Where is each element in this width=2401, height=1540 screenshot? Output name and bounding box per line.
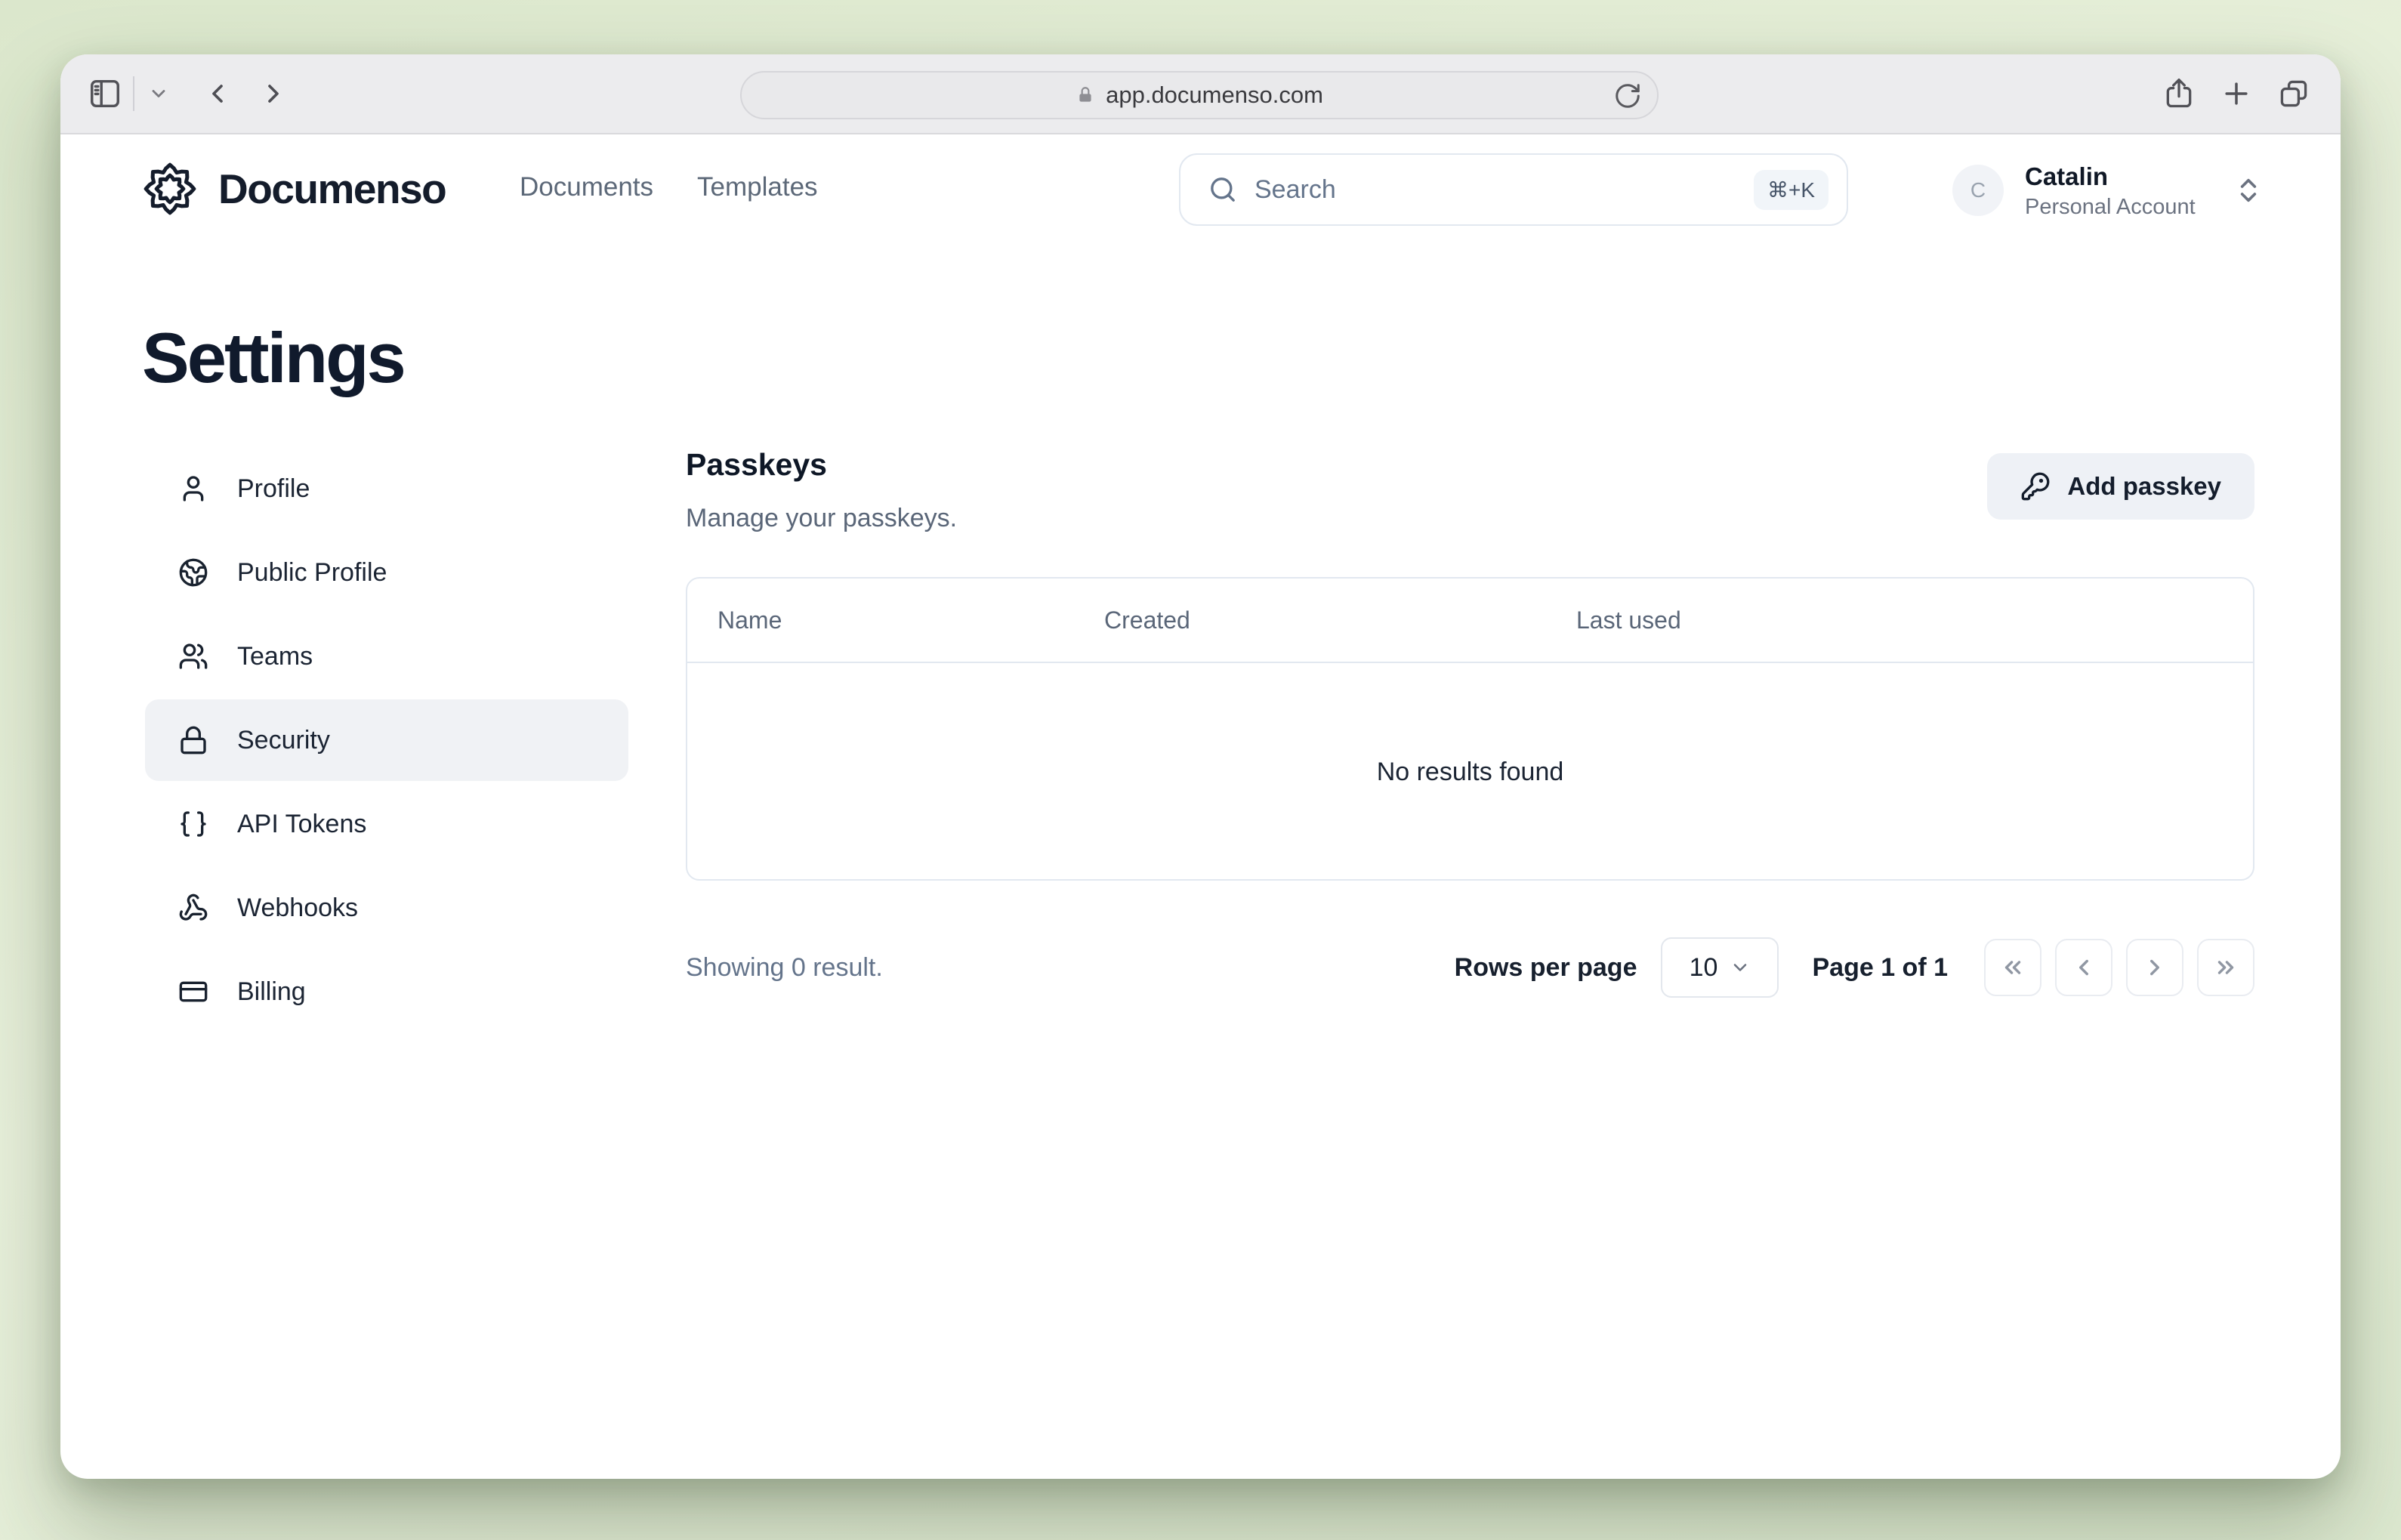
search-bar[interactable]: ⌘+K	[1179, 153, 1848, 226]
pagination	[1984, 939, 2254, 996]
tab-overview-icon[interactable]	[2277, 77, 2310, 110]
sidebar-item-label: Security	[237, 726, 330, 755]
chevron-right-icon	[2142, 955, 2168, 980]
page-info: Page 1 of 1	[1812, 953, 1948, 983]
documenso-rosette-icon	[140, 159, 200, 219]
sidebar-item-webhooks[interactable]: Webhooks	[145, 867, 628, 949]
chevrons-right-icon	[2213, 955, 2239, 980]
sidebar-toggle-icon[interactable]	[88, 76, 122, 111]
passkeys-section: Passkeys Manage your passkeys. Add passk…	[686, 447, 2254, 998]
browser-toolbar: app.documenso.com	[60, 54, 2341, 134]
sidebar-item-label: Teams	[237, 642, 313, 671]
table-footer: Showing 0 result. Rows per page 10 Page …	[686, 937, 2254, 998]
nav-templates[interactable]: Templates	[697, 172, 818, 202]
credit-card-icon	[178, 977, 208, 1007]
account-menu[interactable]: C Catalin Personal Account	[1952, 162, 2264, 220]
chevron-down-icon	[1730, 957, 1751, 978]
share-icon[interactable]	[2162, 77, 2196, 110]
search-shortcut-badge: ⌘+K	[1754, 170, 1829, 210]
documenso-logo[interactable]: Documenso	[140, 159, 446, 219]
passkeys-table: Name Created Last used No results found	[686, 577, 2254, 881]
chevron-left-icon	[2071, 955, 2097, 980]
chevrons-up-down-icon	[2233, 175, 2264, 205]
sidebar-item-profile[interactable]: Profile	[145, 448, 628, 529]
lock-secure-icon	[1076, 85, 1095, 105]
sidebar-chevron-down-icon[interactable]	[148, 83, 169, 104]
nav-documents[interactable]: Documents	[520, 172, 653, 202]
results-count: Showing 0 result.	[686, 953, 883, 983]
users-icon	[178, 641, 208, 671]
previous-page-button[interactable]	[2055, 939, 2112, 996]
column-header-created: Created	[1104, 606, 1576, 634]
sidebar-item-teams[interactable]: Teams	[145, 616, 628, 697]
globe-icon	[178, 557, 208, 588]
sidebar-item-label: Profile	[237, 474, 310, 504]
new-tab-plus-icon[interactable]	[2220, 77, 2253, 110]
sidebar-item-api-tokens[interactable]: API Tokens	[145, 783, 628, 865]
passkeys-heading: Passkeys	[686, 447, 957, 483]
address-bar[interactable]: app.documenso.com	[740, 71, 1659, 119]
account-type: Personal Account	[2025, 195, 2196, 220]
sidebar-item-public-profile[interactable]: Public Profile	[145, 532, 628, 613]
search-input[interactable]	[1255, 175, 1737, 205]
key-icon	[2020, 471, 2051, 502]
sidebar-item-label: API Tokens	[237, 810, 366, 839]
forward-button-icon[interactable]	[258, 79, 289, 109]
main-nav: Documents Templates	[520, 172, 818, 202]
settings-sidebar: Profile Public Profile Teams Security	[145, 448, 628, 1032]
rows-per-page-label: Rows per page	[1455, 953, 1637, 983]
column-header-last-used: Last used	[1576, 606, 2223, 634]
add-passkey-label: Add passkey	[2067, 472, 2221, 501]
rows-per-page-select[interactable]: 10	[1661, 937, 1779, 998]
table-header-row: Name Created Last used	[687, 579, 2253, 663]
url-text: app.documenso.com	[1106, 82, 1323, 109]
browser-window: app.documenso.com	[60, 54, 2341, 1479]
back-button-icon[interactable]	[202, 79, 233, 109]
rows-per-page-value: 10	[1690, 953, 1718, 983]
last-page-button[interactable]	[2197, 939, 2254, 996]
sidebar-item-security[interactable]: Security	[145, 699, 628, 781]
sidebar-item-label: Webhooks	[237, 893, 358, 923]
user-icon	[178, 474, 208, 504]
column-header-name: Name	[718, 606, 1104, 634]
account-name: Catalin	[2025, 162, 2196, 192]
sidebar-item-label: Public Profile	[237, 558, 387, 588]
page-title: Settings	[142, 317, 404, 399]
avatar: C	[1952, 165, 2004, 216]
first-page-button[interactable]	[1984, 939, 2041, 996]
sidebar-item-billing[interactable]: Billing	[145, 951, 628, 1032]
next-page-button[interactable]	[2126, 939, 2183, 996]
search-icon	[1208, 174, 1238, 205]
lock-icon	[178, 725, 208, 755]
brand-name: Documenso	[218, 165, 446, 213]
sidebar-item-label: Billing	[237, 977, 306, 1007]
webhook-icon	[178, 893, 208, 923]
passkeys-description: Manage your passkeys.	[686, 504, 957, 533]
braces-icon	[178, 809, 208, 839]
add-passkey-button[interactable]: Add passkey	[1987, 453, 2254, 520]
chevrons-left-icon	[2000, 955, 2026, 980]
reload-icon[interactable]	[1613, 82, 1642, 110]
toolbar-divider	[133, 76, 134, 111]
empty-state-text: No results found	[687, 663, 2253, 881]
